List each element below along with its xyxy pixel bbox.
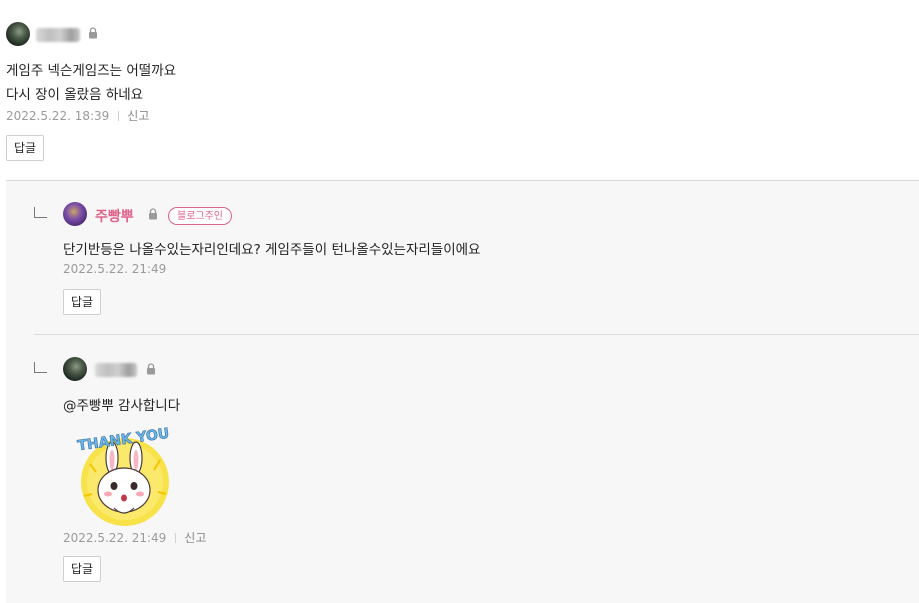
comment-text-line2: 다시 장이 올랐음 하네요 [6,87,144,103]
reply-arrow-icon [34,207,47,218]
report-link[interactable]: 신고 [184,531,206,545]
thank-you-sticker: THANK YOU [76,425,171,526]
comment-date: 2022.5.22. 18:39 [6,109,110,123]
lock-icon [149,208,157,220]
comment: 게임주 넥슨게임즈는 어떨까요 다시 장이 올랐음 하네요 2022.5.22.… [0,0,919,180]
reply1-text: 단기반등은 나올수있는자리인데요? 게임주들이 턴나올수있는자리들이에요 [63,242,481,258]
commenter-avatar[interactable] [63,357,87,381]
report-link[interactable]: 신고 [127,109,149,123]
comment-text-line1: 게임주 넥슨게임즈는 어떨까요 [6,63,177,79]
reply-arrow-icon [34,362,47,373]
lock-icon [147,363,155,375]
reply2-text: @주빵뿌 감사합니다 [63,398,181,414]
meta-separator [175,533,177,543]
reply-divider [34,334,919,335]
owner-avatar[interactable] [63,202,87,226]
reply1-date: 2022.5.22. 21:49 [63,262,167,276]
lock-icon [89,27,97,39]
reply-button[interactable]: 답글 [6,135,45,161]
reply2-date: 2022.5.22. 21:49 [63,531,167,545]
comment-meta: 2022.5.22. 18:39 신고 [6,107,149,124]
reply2-meta: 2022.5.22. 21:49 신고 [63,529,206,546]
blog-owner-badge: 블로그주인 [168,207,232,225]
meta-separator [118,111,120,121]
commenter-avatar[interactable] [6,22,30,46]
reply2-reply-button[interactable]: 답글 [63,556,102,582]
commenter-name-blurred[interactable] [95,363,137,377]
reply1-reply-button[interactable]: 답글 [63,289,102,315]
owner-nickname[interactable]: 주빵뿌 [95,206,134,226]
commenter-name-blurred[interactable] [36,28,80,42]
